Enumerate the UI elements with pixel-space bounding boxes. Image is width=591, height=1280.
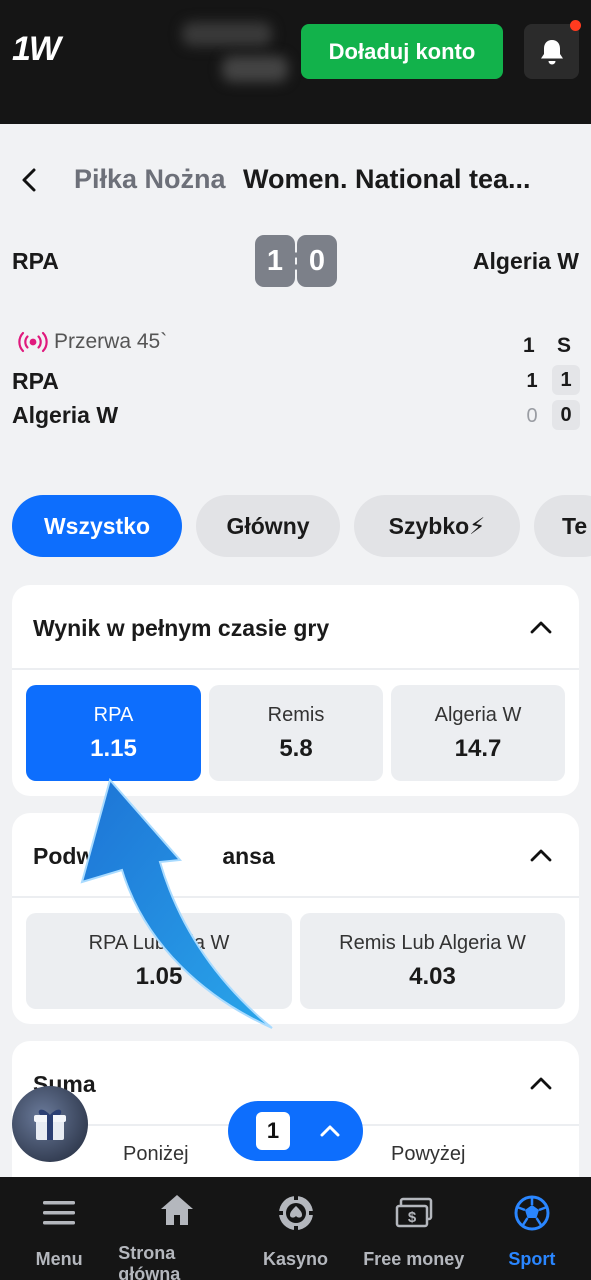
odd-button-away[interactable]: Algeria W 14.7 — [391, 685, 565, 781]
nav-home[interactable]: Strona główna — [118, 1177, 236, 1280]
away-team-name: Algeria W — [472, 248, 579, 274]
tab-partial[interactable]: Te — [534, 495, 591, 557]
home-score: 1 — [255, 235, 295, 287]
gift-button[interactable] — [12, 1086, 88, 1162]
odd-button-draw-or-away[interactable]: Remis Lub Algeria W 4.03 — [300, 913, 565, 1009]
balance-amount-blurred — [222, 56, 288, 82]
chevron-up-icon[interactable] — [529, 848, 553, 862]
nav-label: Free money — [363, 1249, 465, 1269]
odd-label: Remis Lub Algeria W — [339, 931, 526, 954]
nav-label: Kasyno — [262, 1249, 329, 1269]
stats-home-period: 1 — [526, 370, 538, 392]
live-broadcast-icon — [18, 331, 48, 353]
tab-all[interactable]: Wszystko — [12, 495, 182, 557]
nav-sport[interactable]: Sport — [473, 1177, 591, 1280]
match-period: Przerwa 45` — [54, 330, 168, 353]
stats-home-total: 1 — [552, 365, 580, 395]
chevron-up-icon[interactable] — [529, 620, 553, 634]
odd-value: 4.03 — [409, 962, 456, 990]
nav-label: Sport — [508, 1249, 556, 1269]
live-status: Przerwa 45` — [18, 330, 167, 354]
money-icon: $ — [395, 1197, 432, 1228]
odd-label: RPA Lub eria W — [88, 931, 230, 954]
soccer-ball-icon — [514, 1195, 550, 1231]
stats-home-team: RPA — [12, 368, 59, 394]
odd-label: RPA — [93, 703, 134, 726]
nav-label: Menu — [35, 1249, 83, 1269]
odd-value: 1.15 — [90, 734, 137, 762]
column-header-score: S — [557, 334, 572, 357]
odd-value: 5.8 — [279, 734, 313, 762]
market-card-double-chance: Podw ansa RPA Lub eria W 1.05 Remis Lub A… — [12, 813, 579, 1024]
page-title: Women. National tea... — [243, 164, 531, 194]
nav-free-money[interactable]: $ Free money — [355, 1177, 473, 1280]
column-label-over: Powyżej — [391, 1143, 466, 1165]
bell-icon — [540, 39, 563, 64]
tab-main[interactable]: Główny — [196, 495, 340, 557]
betslip-count: 1 — [256, 1112, 290, 1150]
divider — [12, 896, 579, 898]
bottom-navigation: Menu Strona główna Kasyno $ Free money S… — [0, 1177, 591, 1280]
breadcrumb-sport[interactable]: Piłka Nożna — [74, 164, 226, 195]
stats-away-total: 0 — [552, 400, 580, 430]
chevron-up-icon[interactable] — [529, 1076, 553, 1090]
home-icon — [161, 1195, 194, 1225]
away-score: 0 — [297, 235, 337, 287]
top-bar: 1W Doładuj konto — [0, 0, 591, 124]
casino-chip-icon — [276, 1194, 315, 1232]
market-title: Wynik w pełnym czasie gry — [33, 615, 330, 641]
back-icon[interactable] — [18, 166, 40, 194]
nav-label: Strona główna — [118, 1243, 181, 1280]
topup-button[interactable]: Doładuj konto — [301, 24, 503, 79]
odd-button-home-or-away[interactable]: RPA Lub eria W 1.05 — [26, 913, 292, 1009]
home-team-name: RPA — [12, 248, 59, 274]
tab-fast[interactable]: Szybko⚡ — [354, 495, 520, 557]
column-header-period: 1 — [523, 334, 535, 357]
notifications-button[interactable] — [524, 20, 581, 79]
column-label-under: Poniżej — [123, 1143, 189, 1165]
balance-blurred — [182, 22, 272, 46]
chevron-up-icon — [320, 1125, 340, 1137]
odd-button-home[interactable]: RPA 1.15 — [26, 685, 201, 781]
market-card-full-time: Wynik w pełnym czasie gry RPA 1.15 Remis… — [12, 585, 579, 796]
odd-value: 1.05 — [135, 962, 183, 990]
nav-casino[interactable]: Kasyno — [236, 1177, 354, 1280]
odd-label: Remis — [267, 703, 325, 726]
market-title: Podw ansa — [33, 843, 275, 869]
betslip-button[interactable]: 1 — [228, 1101, 363, 1161]
odd-value: 14.7 — [454, 734, 502, 762]
nav-menu[interactable]: Menu — [0, 1177, 118, 1280]
logo[interactable]: 1W — [12, 30, 61, 69]
menu-icon — [43, 1201, 76, 1225]
notification-dot — [570, 20, 581, 31]
odd-label: Algeria W — [434, 703, 522, 726]
svg-text:$: $ — [408, 1209, 417, 1226]
stats-away-team: Algeria W — [12, 402, 119, 428]
gift-icon — [34, 1109, 66, 1140]
odd-button-draw[interactable]: Remis 5.8 — [209, 685, 383, 781]
divider — [12, 668, 579, 670]
stats-away-period: 0 — [526, 405, 538, 427]
